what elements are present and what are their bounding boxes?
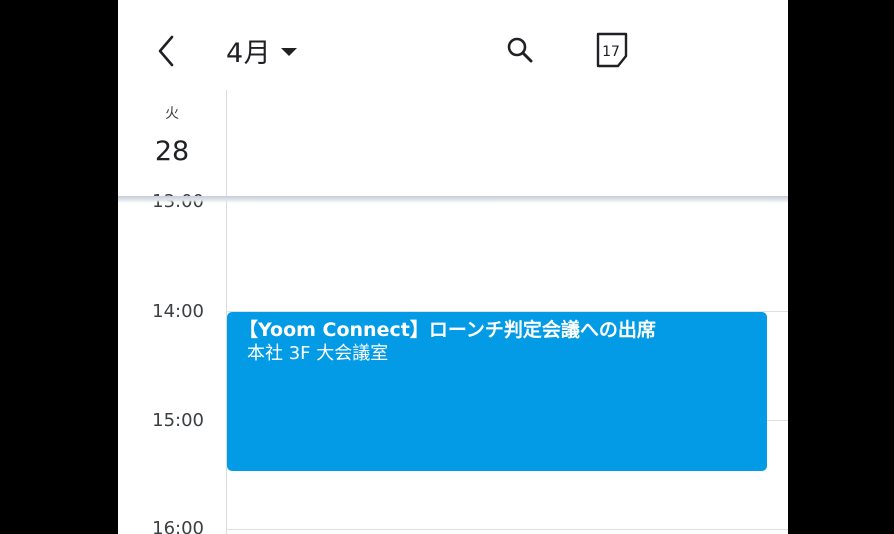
month-label: 4月	[226, 37, 272, 69]
search-icon	[507, 37, 533, 63]
today-button[interactable]: 17	[590, 28, 634, 72]
hour-label-16: 16:00	[152, 518, 204, 534]
event-title: 【Yoom Connect】ローンチ判定会議への出席	[239, 319, 656, 341]
calendar-day-view: 4月 17 火 28 13:00 14:00 15:00 16:00 【Yoom…	[118, 0, 788, 534]
calendar-today-icon: 17	[596, 32, 628, 68]
event-location: 本社 3F 大会議室	[247, 343, 389, 364]
dropdown-caret-icon	[281, 48, 298, 56]
today-icon-day: 17	[602, 44, 620, 60]
month-selector[interactable]: 4月	[226, 30, 298, 70]
back-arrow-icon	[158, 35, 174, 67]
hour-label-14: 14:00	[152, 301, 204, 322]
back-button[interactable]	[148, 28, 188, 74]
day-number[interactable]: 28	[146, 136, 198, 167]
hour-line-16	[226, 529, 788, 530]
hour-label-15: 15:00	[152, 410, 204, 431]
weekday-label: 火	[165, 106, 179, 122]
search-button[interactable]	[500, 30, 540, 70]
header-divider	[118, 196, 788, 203]
event-card[interactable]: 【Yoom Connect】ローンチ判定会議への出席 本社 3F 大会議室	[227, 312, 767, 471]
